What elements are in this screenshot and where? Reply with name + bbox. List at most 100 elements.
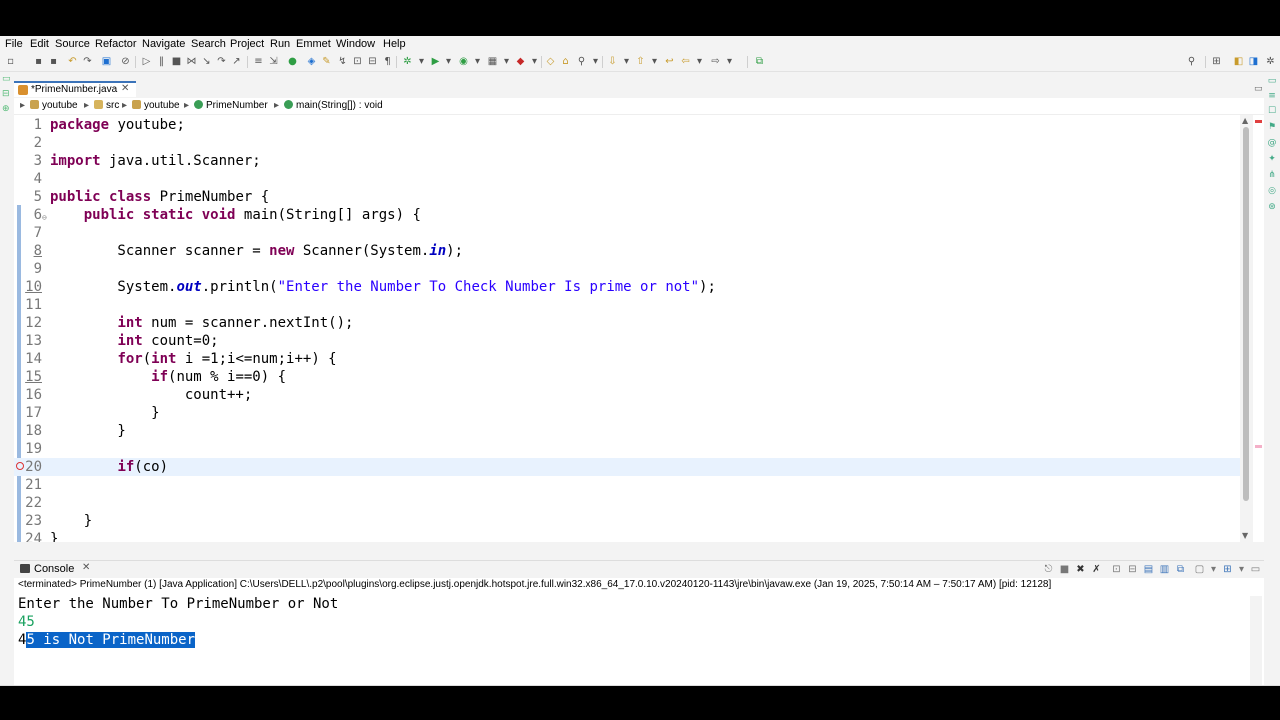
highlight-icon[interactable]: ✎ <box>321 56 332 67</box>
scroll-thumb[interactable] <box>1243 127 1249 501</box>
code-line[interactable]: 4 <box>14 170 1240 188</box>
next-edit-icon[interactable]: ⇩ <box>607 56 618 67</box>
breadcrumb-arrow-icon[interactable]: ▸ <box>20 100 25 111</box>
menu-navigate[interactable]: Navigate <box>142 38 185 50</box>
editor-tab-primenumber[interactable]: *PrimeNumber.java ✕ <box>14 81 136 97</box>
debug-perspective-icon[interactable]: ✲ <box>1265 56 1276 67</box>
menu-file[interactable]: File <box>5 38 23 50</box>
step-into-icon[interactable]: ↘ <box>201 56 212 67</box>
remove-terminated-icon[interactable]: ✗ <box>1091 564 1102 575</box>
code-line[interactable]: 24} <box>14 530 1240 542</box>
code-line[interactable]: 9 <box>14 260 1240 278</box>
new-icon[interactable]: ▫ <box>5 56 16 67</box>
code-line[interactable]: 13 int count=0; <box>14 332 1240 350</box>
drop-to-frame-icon[interactable]: ≡ <box>253 56 264 67</box>
pin-editor-icon[interactable]: ⧉ <box>754 56 765 67</box>
error-marker[interactable] <box>1255 120 1262 123</box>
restore-right-icon[interactable]: ▭ <box>1267 76 1277 86</box>
code-line[interactable]: 12 int num = scanner.nextInt(); <box>14 314 1240 332</box>
new-class-icon[interactable]: ◇ <box>545 56 556 67</box>
disconnect-icon[interactable]: ⋈ <box>186 56 197 67</box>
open-perspective-icon[interactable]: ⊞ <box>1211 56 1222 67</box>
suspend-icon[interactable]: ‖ <box>156 56 167 67</box>
code-line[interactable]: 5 public class PrimeNumber { <box>14 188 1240 206</box>
code-line[interactable]: 11 <box>14 296 1240 314</box>
close-icon[interactable]: ✕ <box>121 83 129 94</box>
search-tool-icon[interactable]: ⚲ <box>576 56 587 67</box>
run-dropdown-icon[interactable]: ▾ <box>443 56 454 67</box>
code-line[interactable]: 1 package youtube; <box>14 116 1240 134</box>
menu-refactor[interactable]: Refactor <box>95 38 137 50</box>
code-line[interactable]: 6 ⊖ public static void main(String[] args… <box>14 206 1240 224</box>
debug-dropdown-icon[interactable]: ▾ <box>416 56 427 67</box>
open-type-icon[interactable]: ⌂ <box>560 56 571 67</box>
show-on-error-icon[interactable]: ▥ <box>1159 564 1170 575</box>
breadcrumb-class[interactable]: PrimeNumber <box>194 100 268 111</box>
menu-window[interactable]: Window <box>336 38 375 50</box>
step-return-icon[interactable]: ↗ <box>231 56 242 67</box>
code-line[interactable]: 2 <box>14 134 1240 152</box>
menu-help[interactable]: Help <box>383 38 406 50</box>
skip-breakpoints-icon[interactable]: ⊘ <box>120 56 131 67</box>
terminate-icon[interactable]: ■ <box>171 56 182 67</box>
run-icon[interactable]: ▶ <box>430 56 441 67</box>
terminate-console-icon[interactable]: ■ <box>1059 564 1070 575</box>
show-on-output-icon[interactable]: ▤ <box>1143 564 1154 575</box>
scroll-lock-icon[interactable]: ⊡ <box>1111 564 1122 575</box>
search-icon[interactable]: ⚲ <box>1186 56 1197 67</box>
scroll-up-icon[interactable]: ▲ <box>1242 116 1248 125</box>
restore-icon[interactable]: ▭ <box>2 74 12 84</box>
outline-icon[interactable]: ≡ <box>1267 91 1277 101</box>
redo-icon[interactable]: ↷ <box>82 56 93 67</box>
next-annotation-icon[interactable]: ↯ <box>337 56 348 67</box>
next-edit-dropdown-icon[interactable]: ▾ <box>621 56 632 67</box>
code-line[interactable]: 21 <box>14 476 1240 494</box>
declaration-icon[interactable]: ✦ <box>1267 154 1277 164</box>
code-line[interactable]: 18 } <box>14 422 1240 440</box>
menu-search[interactable]: Search <box>191 38 226 50</box>
breadcrumb-src[interactable]: src <box>94 100 119 111</box>
save-all-icon[interactable]: ▪ <box>48 56 59 67</box>
code-line[interactable]: 14 for(int i =1;i<=num;i++) { <box>14 350 1240 368</box>
menu-project[interactable]: Project <box>230 38 264 50</box>
package-explorer-icon[interactable]: ⊟ <box>2 89 12 99</box>
scroll-down-icon[interactable]: ▼ <box>1242 531 1248 540</box>
code-line[interactable]: 15 if(num % i==0) { <box>14 368 1240 386</box>
breadcrumb-package[interactable]: youtube <box>132 100 180 111</box>
hierarchy-icon[interactable]: ⊕ <box>2 104 12 114</box>
toggle-mark-occurrences-icon[interactable]: ◈ <box>306 56 317 67</box>
new-java-package-icon[interactable]: ◆ <box>515 56 526 67</box>
console-tab-label[interactable]: Console <box>34 563 74 575</box>
code-line[interactable]: 10 System.out.println("Enter the Number … <box>14 278 1240 296</box>
word-wrap-icon[interactable]: ⊟ <box>367 56 378 67</box>
forward-dropdown-icon[interactable]: ▾ <box>724 56 735 67</box>
code-line[interactable]: 17 } <box>14 404 1240 422</box>
code-line[interactable]: 22 <box>14 494 1240 512</box>
editor-vertical-scrollbar[interactable]: ▲ ▼ <box>1240 115 1252 542</box>
display-console-dropdown-icon[interactable]: ▾ <box>1208 564 1219 575</box>
forward-icon[interactable]: ⇨ <box>710 56 721 67</box>
search-dropdown-icon[interactable]: ▾ <box>590 56 601 67</box>
terminal-icon[interactable]: ▣ <box>101 56 112 67</box>
code-line[interactable]: 19 <box>14 440 1240 458</box>
java-ee-perspective-icon[interactable]: ◧ <box>1233 56 1244 67</box>
remove-all-terminated-icon[interactable]: ✖ <box>1075 564 1086 575</box>
debug-icon[interactable]: ✲ <box>402 56 413 67</box>
close-icon[interactable]: ✕ <box>82 562 90 573</box>
menu-source[interactable]: Source <box>55 38 90 50</box>
use-step-filters-icon[interactable]: ⇲ <box>268 56 279 67</box>
console-result-line[interactable]: 45 is Not PrimeNumber <box>18 631 196 649</box>
minimize-console-icon[interactable]: ▭ <box>1250 564 1261 575</box>
error-icon[interactable] <box>16 462 24 470</box>
minimize-editor-icon[interactable]: ▭ <box>1254 84 1263 94</box>
block-selection-icon[interactable]: ⊡ <box>352 56 363 67</box>
external-tools-dropdown-icon[interactable]: ▾ <box>501 56 512 67</box>
code-line[interactable]: 7 <box>14 224 1240 242</box>
menu-emmet[interactable]: Emmet <box>296 38 331 50</box>
back-icon[interactable]: ⇦ <box>680 56 691 67</box>
menu-edit[interactable]: Edit <box>30 38 49 50</box>
save-icon[interactable]: ▪ <box>33 56 44 67</box>
prev-edit-dropdown-icon[interactable]: ▾ <box>649 56 660 67</box>
menu-run[interactable]: Run <box>270 38 290 50</box>
remove-launch-icon[interactable]: ⎋ <box>1043 564 1054 575</box>
